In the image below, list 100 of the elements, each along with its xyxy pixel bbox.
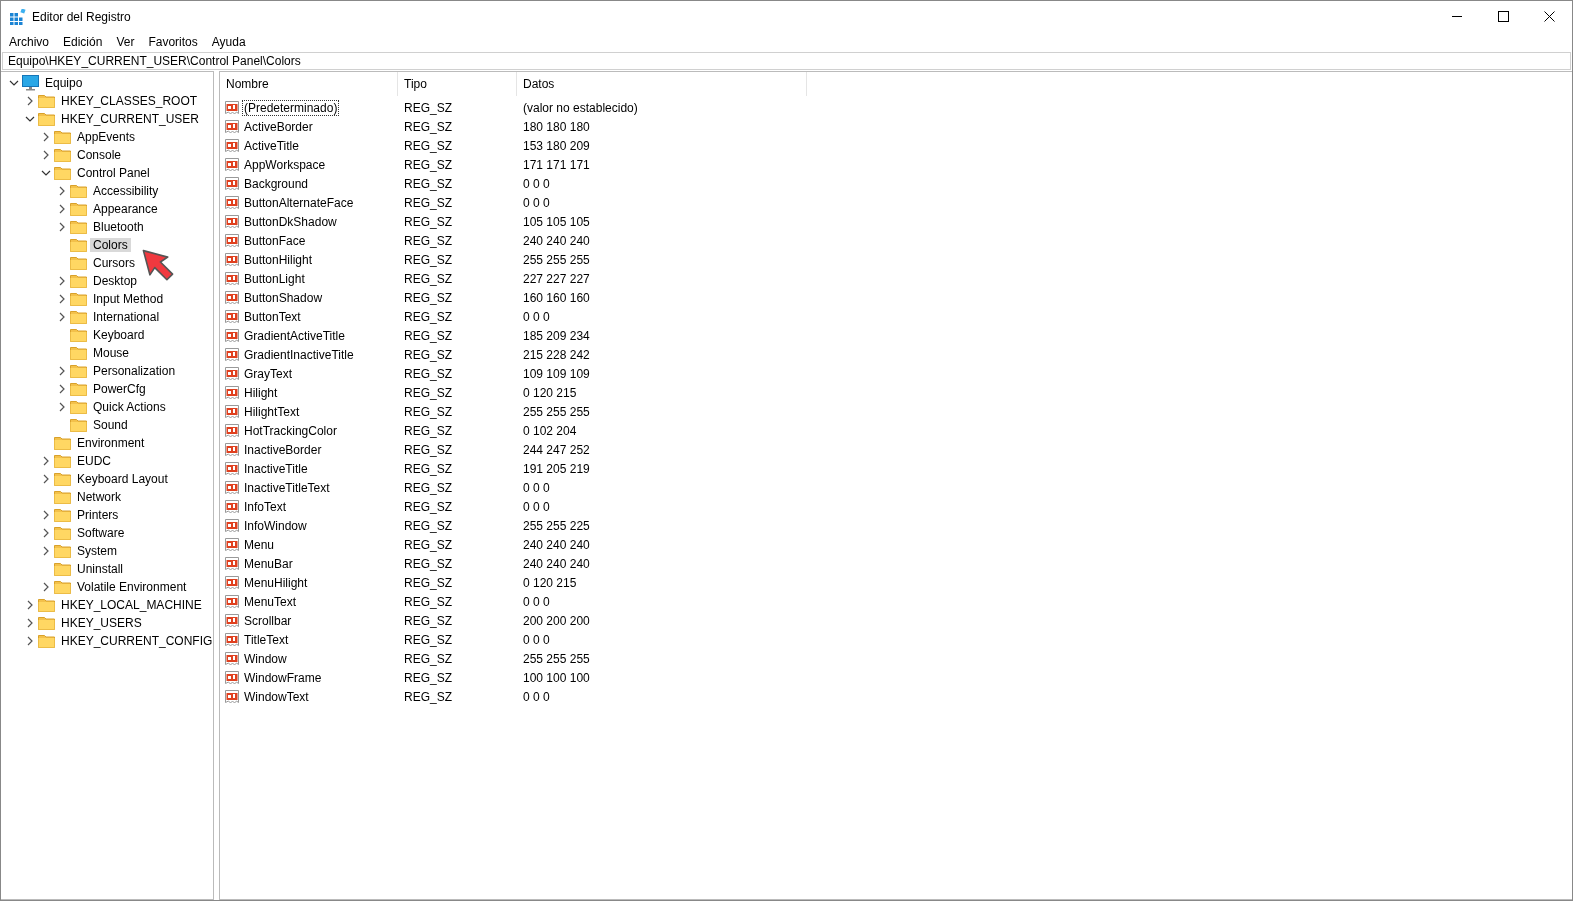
tree-item[interactable]: Accessibility [90,184,162,198]
value-name[interactable]: ActiveBorder [242,118,315,135]
value-name[interactable]: (Predeterminado) [242,99,340,116]
chevron-right-icon[interactable] [42,510,50,520]
value-name[interactable]: ButtonLight [242,270,307,287]
tree-item[interactable]: Keyboard Layout [74,472,171,486]
value-name[interactable]: Window [242,650,289,667]
value-name[interactable]: MenuBar [242,555,295,572]
tree-item[interactable]: Appearance [90,202,161,216]
tree-item[interactable]: HKEY_LOCAL_MACHINE [58,598,205,612]
chevron-right-icon[interactable] [58,222,66,232]
folder-icon [70,346,87,360]
chevron-right-icon[interactable] [26,618,34,628]
chevron-right-icon[interactable] [42,132,50,142]
value-name[interactable]: TitleText [242,631,291,648]
value-name[interactable]: ButtonShadow [242,289,325,306]
chevron-down-icon[interactable] [9,79,19,87]
value-name[interactable]: GradientActiveTitle [242,327,347,344]
column-header[interactable]: Nombre [220,72,398,96]
tree-item[interactable]: Console [74,148,125,162]
tree-item[interactable]: Quick Actions [90,400,169,414]
tree-item[interactable]: Mouse [90,346,133,360]
chevron-right-icon[interactable] [58,402,66,412]
tree-item[interactable]: Personalization [90,364,179,378]
tree-item[interactable]: HKEY_CURRENT_CONFIG [58,634,213,648]
chevron-down-icon[interactable] [25,115,35,123]
value-name[interactable]: ButtonHilight [242,251,315,268]
value-name[interactable]: Hilight [242,384,280,401]
tree-item[interactable]: HKEY_CLASSES_ROOT [58,94,201,108]
chevron-right-icon[interactable] [42,546,50,556]
chevron-right-icon[interactable] [42,528,50,538]
chevron-right-icon[interactable] [58,186,66,196]
tree-item[interactable]: Input Method [90,292,167,306]
tree-item[interactable]: Uninstall [74,562,127,576]
chevron-right-icon[interactable] [58,276,66,286]
tree-item[interactable]: Control Panel [74,166,153,180]
tree-item[interactable]: Colors [90,238,131,252]
chevron-right-icon[interactable] [58,312,66,322]
menu-item[interactable]: Ayuda [204,35,253,49]
value-name[interactable]: ActiveTitle [242,137,301,154]
tree-item[interactable]: Software [74,526,128,540]
value-name[interactable]: MenuHilight [242,574,310,591]
chevron-right-icon[interactable] [58,366,66,376]
tree-item[interactable]: Bluetooth [90,220,147,234]
value-name[interactable]: Background [242,175,311,192]
value-name[interactable]: AppWorkspace [242,156,328,173]
column-header[interactable]: Tipo [398,72,517,96]
tree-item[interactable]: Desktop [90,274,141,288]
tree-item[interactable]: Equipo [42,76,86,90]
menu-item[interactable]: Favoritos [141,35,205,49]
value-name[interactable]: Menu [242,536,277,553]
chevron-right-icon[interactable] [42,150,50,160]
value-name[interactable]: GradientInactiveTitle [242,346,356,363]
value-name[interactable]: ButtonDkShadow [242,213,339,230]
chevron-right-icon[interactable] [26,600,34,610]
value-name[interactable]: InactiveTitleText [242,479,332,496]
value-name[interactable]: HilightText [242,403,302,420]
chevron-right-icon[interactable] [58,384,66,394]
tree-item[interactable]: Cursors [90,256,138,270]
value-name[interactable]: WindowFrame [242,669,324,686]
chevron-down-icon[interactable] [41,169,51,177]
chevron-right-icon[interactable] [42,582,50,592]
chevron-right-icon[interactable] [26,636,34,646]
tree-item[interactable]: Environment [74,436,148,450]
tree-item[interactable]: Sound [90,418,131,432]
tree-item[interactable]: Keyboard [90,328,148,342]
tree-item[interactable]: Printers [74,508,122,522]
value-name[interactable]: ButtonAlternateFace [242,194,356,211]
tree-item[interactable]: Network [74,490,124,504]
tree-item[interactable]: System [74,544,120,558]
value-name[interactable]: InactiveBorder [242,441,324,458]
address-field[interactable]: Equipo\HKEY_CURRENT_USER\Control Panel\Colors [2,52,1571,70]
menu-item[interactable]: Edición [56,35,110,49]
value-name[interactable]: HotTrackingColor [242,422,339,439]
tree-item[interactable]: HKEY_CURRENT_USER [58,112,203,126]
chevron-right-icon[interactable] [58,294,66,304]
folder-icon [38,634,55,648]
chevron-right-icon[interactable] [26,96,34,106]
value-name[interactable]: GrayText [242,365,294,382]
tree-item[interactable]: HKEY_USERS [58,616,145,630]
value-type: REG_SZ [403,385,453,400]
chevron-right-icon[interactable] [42,456,50,466]
menu-item[interactable]: Archivo [2,35,56,49]
tree-item[interactable]: International [90,310,163,324]
value-name[interactable]: Scrollbar [242,612,294,629]
value-name[interactable]: ButtonText [242,308,303,325]
chevron-right-icon[interactable] [42,474,50,484]
tree-item[interactable]: PowerCfg [90,382,149,396]
tree-item[interactable]: AppEvents [74,130,139,144]
value-name[interactable]: MenuText [242,593,299,610]
value-name[interactable]: ButtonFace [242,232,308,249]
tree-item[interactable]: Volatile Environment [74,580,190,594]
tree-item[interactable]: EUDC [74,454,114,468]
value-name[interactable]: WindowText [242,688,311,705]
menu-item[interactable]: Ver [109,35,142,49]
value-name[interactable]: InactiveTitle [242,460,310,477]
column-header[interactable]: Datos [517,72,807,96]
chevron-right-icon[interactable] [58,204,66,214]
value-name[interactable]: InfoText [242,498,289,515]
value-name[interactable]: InfoWindow [242,517,309,534]
